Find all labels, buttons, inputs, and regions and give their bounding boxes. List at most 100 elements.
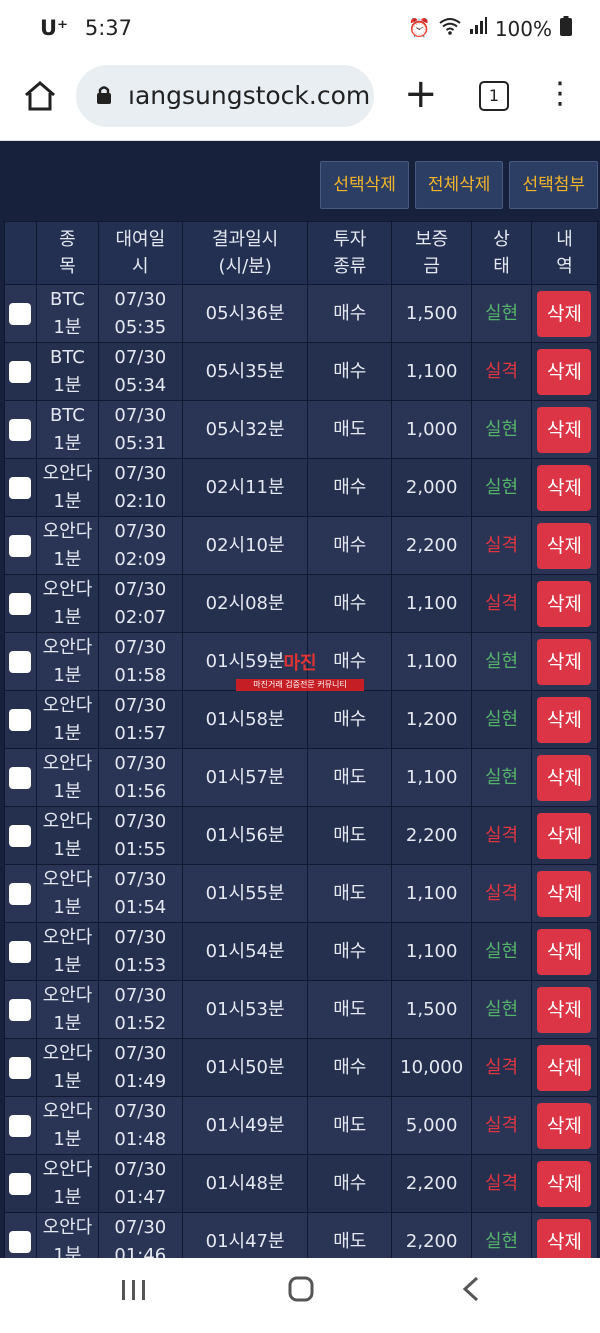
row-delete-button[interactable]: 삭제 xyxy=(537,696,592,743)
status-left: U⁺ 5:37 xyxy=(40,16,132,40)
result-time-cell: 01시48분 xyxy=(181,1154,309,1213)
details-cell: 삭제 xyxy=(530,1212,599,1258)
tabs-icon[interactable]: 1 xyxy=(479,81,509,111)
status-cell: 실격 xyxy=(471,864,532,923)
checkbox-cell xyxy=(4,922,37,981)
investment-type-cell: 매수 xyxy=(307,1038,393,1097)
row-delete-button[interactable]: 삭제 xyxy=(537,812,592,859)
row-checkbox[interactable] xyxy=(9,360,32,383)
header-checkbox-cell xyxy=(4,221,37,285)
delete-selected-button[interactable]: 선택삭제 xyxy=(320,161,409,209)
rent-date-cell: 07/30 01:58 xyxy=(97,632,183,691)
details-cell: 삭제 xyxy=(530,748,599,807)
header-rent-date: 대여일 시 xyxy=(97,221,183,285)
details-cell: 삭제 xyxy=(530,632,599,691)
recent-apps-icon[interactable] xyxy=(120,1276,148,1309)
row-delete-button[interactable]: 삭제 xyxy=(537,928,592,975)
row-checkbox[interactable] xyxy=(9,766,32,789)
header-result-time: 결과일시 (시/분) xyxy=(181,221,309,285)
investment-type-cell: 매도 xyxy=(307,1096,393,1155)
row-checkbox[interactable] xyxy=(9,998,32,1021)
row-checkbox[interactable] xyxy=(9,534,32,557)
deposit-cell: 1,500 xyxy=(391,980,473,1039)
details-cell: 삭제 xyxy=(530,980,599,1039)
lock-icon xyxy=(96,85,112,110)
row-checkbox[interactable] xyxy=(9,418,32,441)
row-delete-button[interactable]: 삭제 xyxy=(537,1044,592,1091)
row-delete-button[interactable]: 삭제 xyxy=(537,754,592,801)
details-cell: 삭제 xyxy=(530,806,599,865)
details-cell: 삭제 xyxy=(530,516,599,575)
row-delete-button[interactable]: 삭제 xyxy=(537,290,592,337)
row-checkbox[interactable] xyxy=(9,824,32,847)
status-cell: 실현 xyxy=(471,1212,532,1258)
investment-type-cell: 매수 xyxy=(307,342,393,401)
row-checkbox[interactable] xyxy=(9,592,32,615)
row-checkbox[interactable] xyxy=(9,1114,32,1137)
row-checkbox[interactable] xyxy=(9,708,32,731)
status-cell: 실현 xyxy=(471,690,532,749)
status-cell: 실격 xyxy=(471,1154,532,1213)
row-delete-button[interactable]: 삭제 xyxy=(537,522,592,569)
result-time-cell: 01시55분 xyxy=(181,864,309,923)
details-cell: 삭제 xyxy=(530,922,599,981)
checkbox-cell xyxy=(4,1096,37,1155)
investment-type-cell: 매수 xyxy=(307,574,393,633)
deposit-cell: 1,500 xyxy=(391,284,473,343)
home-icon[interactable] xyxy=(22,80,58,116)
row-checkbox[interactable] xyxy=(9,1230,32,1253)
table-row: 오안다 1분 07/30 01:56 01시57분 매도 1,100 실현 삭제 xyxy=(4,748,599,807)
row-delete-button[interactable]: 삭제 xyxy=(537,464,592,511)
attach-selected-button[interactable]: 선택첨부 xyxy=(509,161,598,209)
row-checkbox[interactable] xyxy=(9,1172,32,1195)
status-cell: 실격 xyxy=(471,342,532,401)
details-cell: 삭제 xyxy=(530,458,599,517)
rent-date-cell: 07/30 01:53 xyxy=(97,922,183,981)
details-cell: 삭제 xyxy=(530,864,599,923)
row-delete-button[interactable]: 삭제 xyxy=(537,1160,592,1207)
result-time-cell: 01시59분 xyxy=(181,632,309,691)
checkbox-cell xyxy=(4,342,37,401)
investment-type-cell: 매수 xyxy=(307,922,393,981)
row-delete-button[interactable]: 삭제 xyxy=(537,986,592,1033)
row-delete-button[interactable]: 삭제 xyxy=(537,870,592,917)
checkbox-cell xyxy=(4,980,37,1039)
home-button-icon[interactable] xyxy=(288,1276,316,1309)
header-item: 종목 xyxy=(35,221,99,285)
row-delete-button[interactable]: 삭제 xyxy=(537,580,592,627)
new-tab-icon[interactable]: + xyxy=(404,74,438,114)
row-checkbox[interactable] xyxy=(9,302,32,325)
row-checkbox[interactable] xyxy=(9,476,32,499)
row-checkbox[interactable] xyxy=(9,882,32,905)
rent-date-cell: 07/30 01:48 xyxy=(97,1096,183,1155)
checkbox-cell xyxy=(4,1038,37,1097)
alarm-icon: ⏰ xyxy=(408,18,431,39)
row-checkbox[interactable] xyxy=(9,1056,32,1079)
item-cell: 오안다 1분 xyxy=(35,922,99,981)
table-row: 오안다 1분 07/30 01:52 01시53분 매도 1,500 실현 삭제 xyxy=(4,980,599,1039)
deposit-cell: 1,000 xyxy=(391,400,473,459)
row-checkbox[interactable] xyxy=(9,940,32,963)
row-delete-button[interactable]: 삭제 xyxy=(537,1218,592,1258)
delete-all-button[interactable]: 전체삭제 xyxy=(414,161,504,209)
header-details: 내역 xyxy=(530,221,599,285)
row-delete-button[interactable]: 삭제 xyxy=(537,348,592,395)
page-content: 선택삭제 전체삭제 선택첨부 종목 대여일 시 결과일시 (시/분) 투자 종류 보증… xyxy=(0,141,600,1258)
row-delete-button[interactable]: 삭제 xyxy=(537,1102,592,1149)
item-cell: 오안다 1분 xyxy=(35,1096,99,1155)
checkbox-cell xyxy=(4,864,37,923)
item-cell: 오안다 1분 xyxy=(35,458,99,517)
checkbox-cell xyxy=(4,400,37,459)
signal-icon xyxy=(469,17,487,40)
table-row: 오안다 1분 07/30 02:07 02시08분 매수 1,100 실격 삭제 xyxy=(4,574,599,633)
row-delete-button[interactable]: 삭제 xyxy=(537,406,592,453)
clock: 5:37 xyxy=(84,16,132,40)
result-time-cell: 01시50분 xyxy=(181,1038,309,1097)
address-bar[interactable]: ıangsungstock.com xyxy=(76,65,374,127)
row-checkbox[interactable] xyxy=(9,650,32,673)
menu-icon[interactable]: ⋮ xyxy=(545,74,575,114)
back-icon[interactable] xyxy=(462,1276,480,1309)
header-deposit: 보증 금 xyxy=(391,221,473,285)
rent-date-cell: 07/30 01:55 xyxy=(97,806,183,865)
row-delete-button[interactable]: 삭제 xyxy=(537,638,592,685)
